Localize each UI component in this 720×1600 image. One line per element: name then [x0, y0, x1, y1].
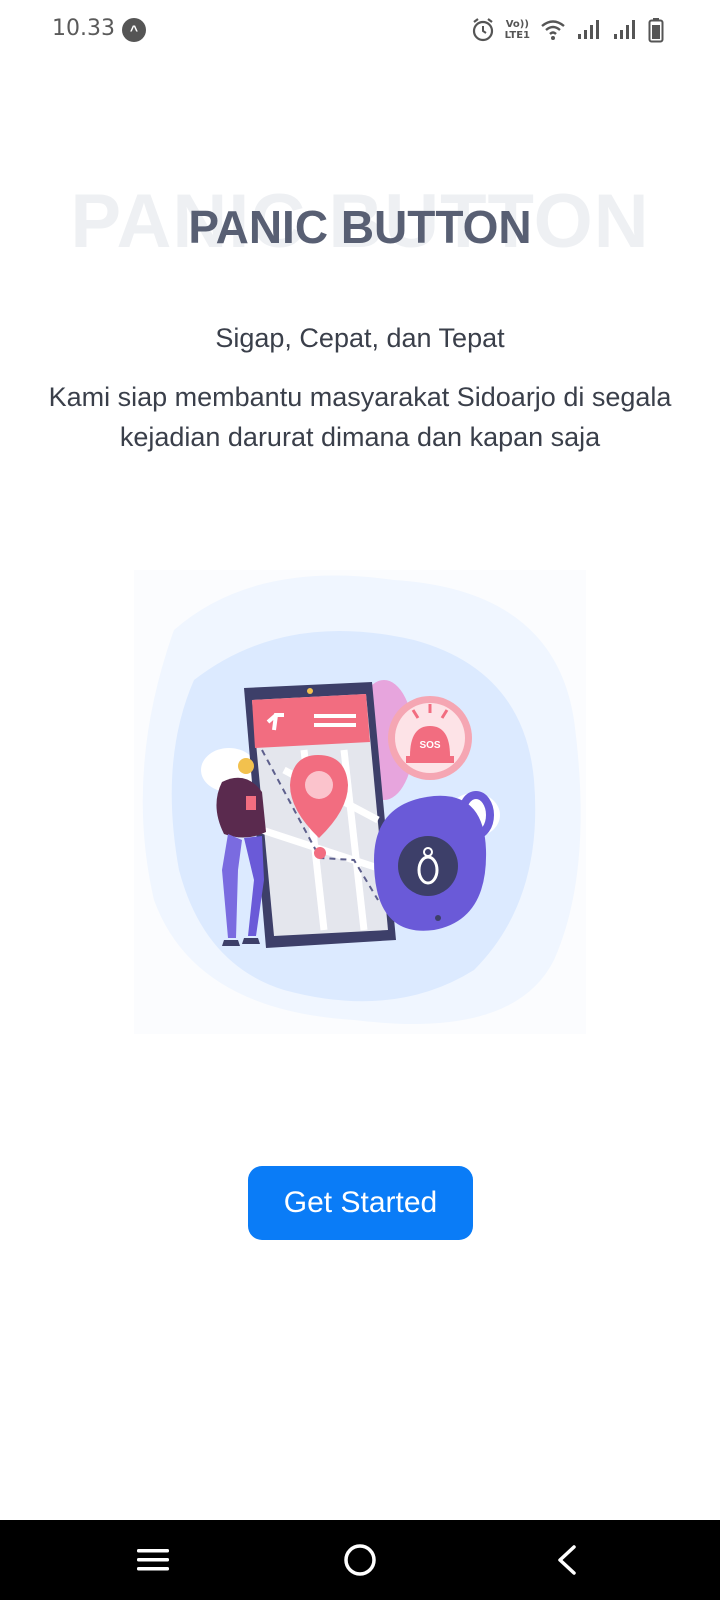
battery-icon: [648, 17, 664, 43]
back-icon[interactable]: [542, 1540, 592, 1580]
signal-icon: [612, 19, 638, 41]
status-bar: 10.33 ^ Vo)) LTE1: [0, 0, 720, 60]
description: Kami siap membantu masyarakat Sidoarjo d…: [48, 382, 672, 452]
sos-badge-icon: SOS: [388, 696, 472, 780]
volte-lte1-icon: Vo)) LTE1: [504, 19, 530, 41]
sos-badge-text: SOS: [419, 740, 440, 751]
signal-icon: [576, 19, 602, 41]
panic-button-illustration: SOS: [134, 570, 586, 1034]
page-title: PANIC BUTTON: [188, 201, 532, 253]
launcher-app-icon: ^: [122, 18, 146, 42]
get-started-button[interactable]: Get Started: [248, 1166, 473, 1240]
status-icons: Vo)) LTE1: [471, 14, 664, 46]
alarm-icon: [471, 17, 495, 43]
home-icon[interactable]: [335, 1540, 385, 1580]
status-time: 10.33: [52, 16, 115, 41]
wifi-icon: [540, 19, 566, 41]
phone-icon: [244, 682, 396, 948]
menu-icon[interactable]: [128, 1540, 178, 1580]
tagline: Sigap, Cepat, dan Tepat: [215, 323, 505, 353]
navigation-bar: [0, 1520, 720, 1600]
